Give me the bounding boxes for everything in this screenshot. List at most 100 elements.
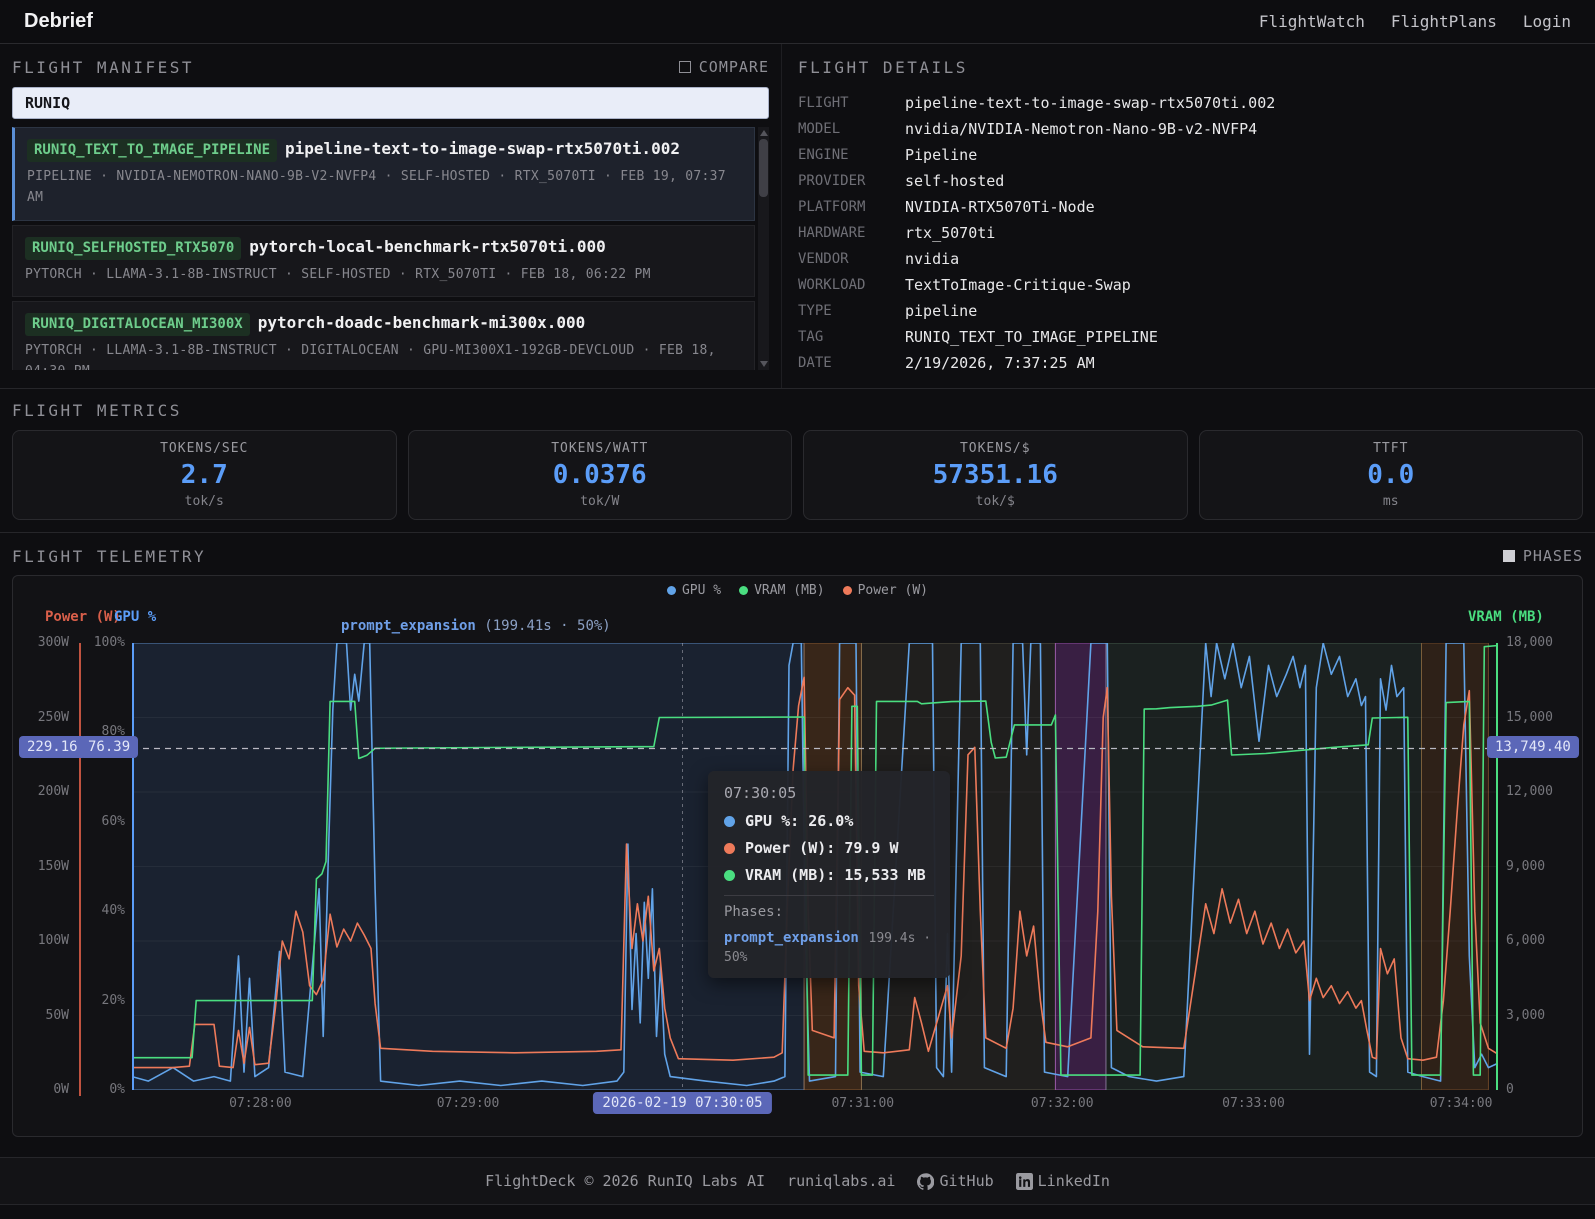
metric-value: 57351.16 bbox=[932, 460, 1058, 490]
metric-label: TOKENS/WATT bbox=[551, 441, 649, 456]
manifest-scrollbar[interactable] bbox=[758, 127, 769, 370]
x-tick-label: 07:32:00 bbox=[1030, 1096, 1094, 1111]
axis-tick-label: 150W bbox=[37, 858, 69, 874]
metric-card: TTFT 0.0 ms bbox=[1198, 430, 1583, 520]
legend-item[interactable]: GPU % bbox=[666, 583, 721, 598]
metric-unit: tok/$ bbox=[975, 494, 1015, 509]
axis-tick-label: 15,000 bbox=[1506, 709, 1553, 725]
detail-row: MODEL nvidia/NVIDIA-Nemotron-Nano-9B-v2-N… bbox=[798, 116, 1583, 142]
footer-linkedin-link[interactable]: LinkedIn bbox=[1015, 1172, 1110, 1190]
metric-label: TOKENS/$ bbox=[959, 441, 1031, 456]
power-axis-title: Power (W) bbox=[45, 609, 121, 625]
flight-details-panel: FLIGHT DETAILS FLIGHT pipeline-text-to-im… bbox=[782, 44, 1595, 388]
phase-region-title: prompt_expansion (199.41s · 50%) bbox=[341, 618, 611, 634]
detail-label: HARDWARE bbox=[798, 225, 866, 241]
tooltip-phases-label: Phases: bbox=[724, 904, 784, 920]
run-tag-badge: RUNIQ_DIGITALOCEAN_MI300X bbox=[25, 313, 250, 337]
axis-tick-label: 3,000 bbox=[1506, 1007, 1546, 1023]
telemetry-section-title: FLIGHT TELEMETRY bbox=[12, 546, 207, 566]
nav-link-flightwatch[interactable]: FlightWatch bbox=[1259, 12, 1365, 31]
legend-item[interactable]: Power (W) bbox=[842, 583, 928, 598]
metric-card: TOKENS/$ 57351.16 tok/$ bbox=[803, 430, 1188, 520]
vram-axis-title: VRAM (MB) bbox=[1468, 609, 1544, 625]
axis-tick-label: 40% bbox=[101, 903, 125, 919]
detail-label: PLATFORM bbox=[798, 199, 866, 215]
scroll-down-icon[interactable] bbox=[760, 361, 768, 367]
run-meta: PYTORCH · LLAMA-3.1-8B-INSTRUCT · DIGITA… bbox=[25, 343, 716, 370]
detail-row: FLIGHT pipeline-text-to-image-swap-rtx507… bbox=[798, 90, 1583, 116]
metric-unit: ms bbox=[1382, 494, 1399, 509]
detail-row: WORKLOAD TextToImage-Critique-Swap bbox=[798, 272, 1583, 298]
telemetry-chart[interactable]: GPU % VRAM (MB) Power (W) Power (W) GPU % … bbox=[12, 575, 1583, 1137]
manifest-item[interactable]: RUNIQ_TEXT_TO_IMAGE_PIPELINE pipeline-tex… bbox=[12, 127, 755, 221]
manifest-search-input[interactable] bbox=[12, 87, 769, 119]
detail-value: nvidia/NVIDIA-Nemotron-Nano-9B-v2-NVFP4 bbox=[905, 120, 1258, 138]
metric-value: 2.7 bbox=[180, 460, 228, 490]
run-title: pytorch-local-benchmark-rtx5070ti.000 bbox=[249, 236, 606, 256]
axis-value-badge: 229.16 bbox=[19, 736, 86, 758]
phases-checkbox-icon[interactable] bbox=[1502, 550, 1515, 562]
flight-metrics-section: FLIGHT METRICS TOKENS/SEC 2.7 tok/s TOKENS/… bbox=[0, 389, 1595, 533]
detail-label: PROVIDER bbox=[798, 173, 866, 189]
detail-label: MODEL bbox=[798, 121, 841, 137]
legend-marker-icon bbox=[842, 586, 852, 595]
detail-label: TAG bbox=[798, 329, 824, 345]
axis-tick-label: 12,000 bbox=[1506, 784, 1553, 799]
axis-tick-label: 6,000 bbox=[1506, 933, 1546, 948]
tooltip-divider bbox=[724, 895, 934, 896]
run-title: pipeline-text-to-image-swap-rtx5070ti.00… bbox=[285, 139, 680, 158]
tooltip-series-row: VRAM (MB): 15,533 MB bbox=[724, 866, 934, 884]
nav-link-login[interactable]: Login bbox=[1523, 12, 1571, 31]
axis-tick-label: 300W bbox=[37, 635, 69, 650]
x-tick-label: 07:31:00 bbox=[831, 1096, 895, 1111]
axis-tick-label: 200W bbox=[37, 784, 69, 799]
detail-value: self-hosted bbox=[905, 172, 1005, 190]
detail-row: PROVIDER self-hosted bbox=[798, 168, 1583, 194]
footer: FlightDeck © 2026 RunIQ Labs AI runiqlab… bbox=[0, 1157, 1595, 1205]
nav-link-flightplans[interactable]: FlightPlans bbox=[1391, 12, 1497, 31]
axis-tick-label: 100% bbox=[93, 635, 125, 650]
compare-checkbox-icon[interactable] bbox=[678, 61, 691, 73]
axis-tick-label: 50W bbox=[45, 1007, 69, 1023]
tooltip-phase-row: prompt_expansion 199.4s · 50% bbox=[724, 930, 932, 965]
run-tag-badge: RUNIQ_SELFHOSTED_RTX5070 bbox=[25, 236, 242, 260]
detail-value: RUNIQ_TEXT_TO_IMAGE_PIPELINE bbox=[905, 328, 1158, 346]
github-icon bbox=[917, 1172, 935, 1190]
manifest-section-title: FLIGHT MANIFEST bbox=[12, 57, 194, 77]
detail-label: FLIGHT bbox=[798, 95, 849, 111]
top-bar: Debrief FlightWatch FlightPlans Login bbox=[0, 0, 1595, 44]
details-section-title: FLIGHT DETAILS bbox=[798, 57, 968, 77]
metric-label: TTFT bbox=[1373, 441, 1409, 456]
axis-tick-label: 20% bbox=[101, 992, 125, 1008]
detail-label: TYPE bbox=[798, 303, 832, 319]
detail-value: rtx_5070ti bbox=[905, 224, 996, 242]
gpu-axis-title: GPU % bbox=[114, 609, 157, 625]
compare-toggle[interactable]: COMPARE bbox=[678, 58, 769, 76]
app-title: Debrief bbox=[24, 10, 93, 32]
scroll-up-icon[interactable] bbox=[760, 130, 768, 136]
metric-card: TOKENS/SEC 2.7 tok/s bbox=[12, 430, 397, 520]
detail-value: TextToImage-Critique-Swap bbox=[905, 276, 1131, 294]
legend-item[interactable]: VRAM (MB) bbox=[739, 583, 825, 598]
footer-site-link[interactable]: runiqlabs.ai bbox=[787, 1172, 895, 1190]
detail-row: VENDOR nvidia bbox=[798, 246, 1583, 272]
manifest-item[interactable]: RUNIQ_DIGITALOCEAN_MI300X pytorch-doadc-b… bbox=[12, 301, 755, 370]
detail-value: NVIDIA-RTX5070Ti-Node bbox=[905, 198, 1095, 216]
hover-time-badge: 2026-02-19 07:30:05 bbox=[593, 1092, 772, 1114]
detail-row: DATE 2/19/2026, 7:37:25 AM bbox=[798, 350, 1583, 376]
axis-tick-label: 250W bbox=[37, 709, 69, 725]
tooltip-series-row: GPU %: 26.0% bbox=[724, 812, 934, 830]
axis-value-badge: 76.39 bbox=[80, 736, 139, 758]
detail-row: TYPE pipeline bbox=[798, 298, 1583, 324]
footer-github-link[interactable]: GitHub bbox=[917, 1172, 994, 1190]
detail-value: Pipeline bbox=[905, 146, 978, 164]
metric-value: 0.0376 bbox=[552, 460, 647, 490]
tooltip-series-dot-icon bbox=[724, 842, 735, 854]
phases-toggle[interactable]: PHASES bbox=[1502, 547, 1583, 565]
manifest-item[interactable]: RUNIQ_SELFHOSTED_RTX5070 pytorch-local-be… bbox=[12, 224, 755, 298]
flight-manifest-panel: FLIGHT MANIFEST COMPARE RUNIQ_TEXT_TO_IM… bbox=[0, 44, 782, 388]
tooltip-series-row: Power (W): 79.9 W bbox=[724, 839, 934, 857]
scrollbar-thumb[interactable] bbox=[759, 139, 768, 197]
run-title: pytorch-doadc-benchmark-mi300x.000 bbox=[257, 313, 586, 333]
metrics-section-title: FLIGHT METRICS bbox=[12, 401, 182, 420]
